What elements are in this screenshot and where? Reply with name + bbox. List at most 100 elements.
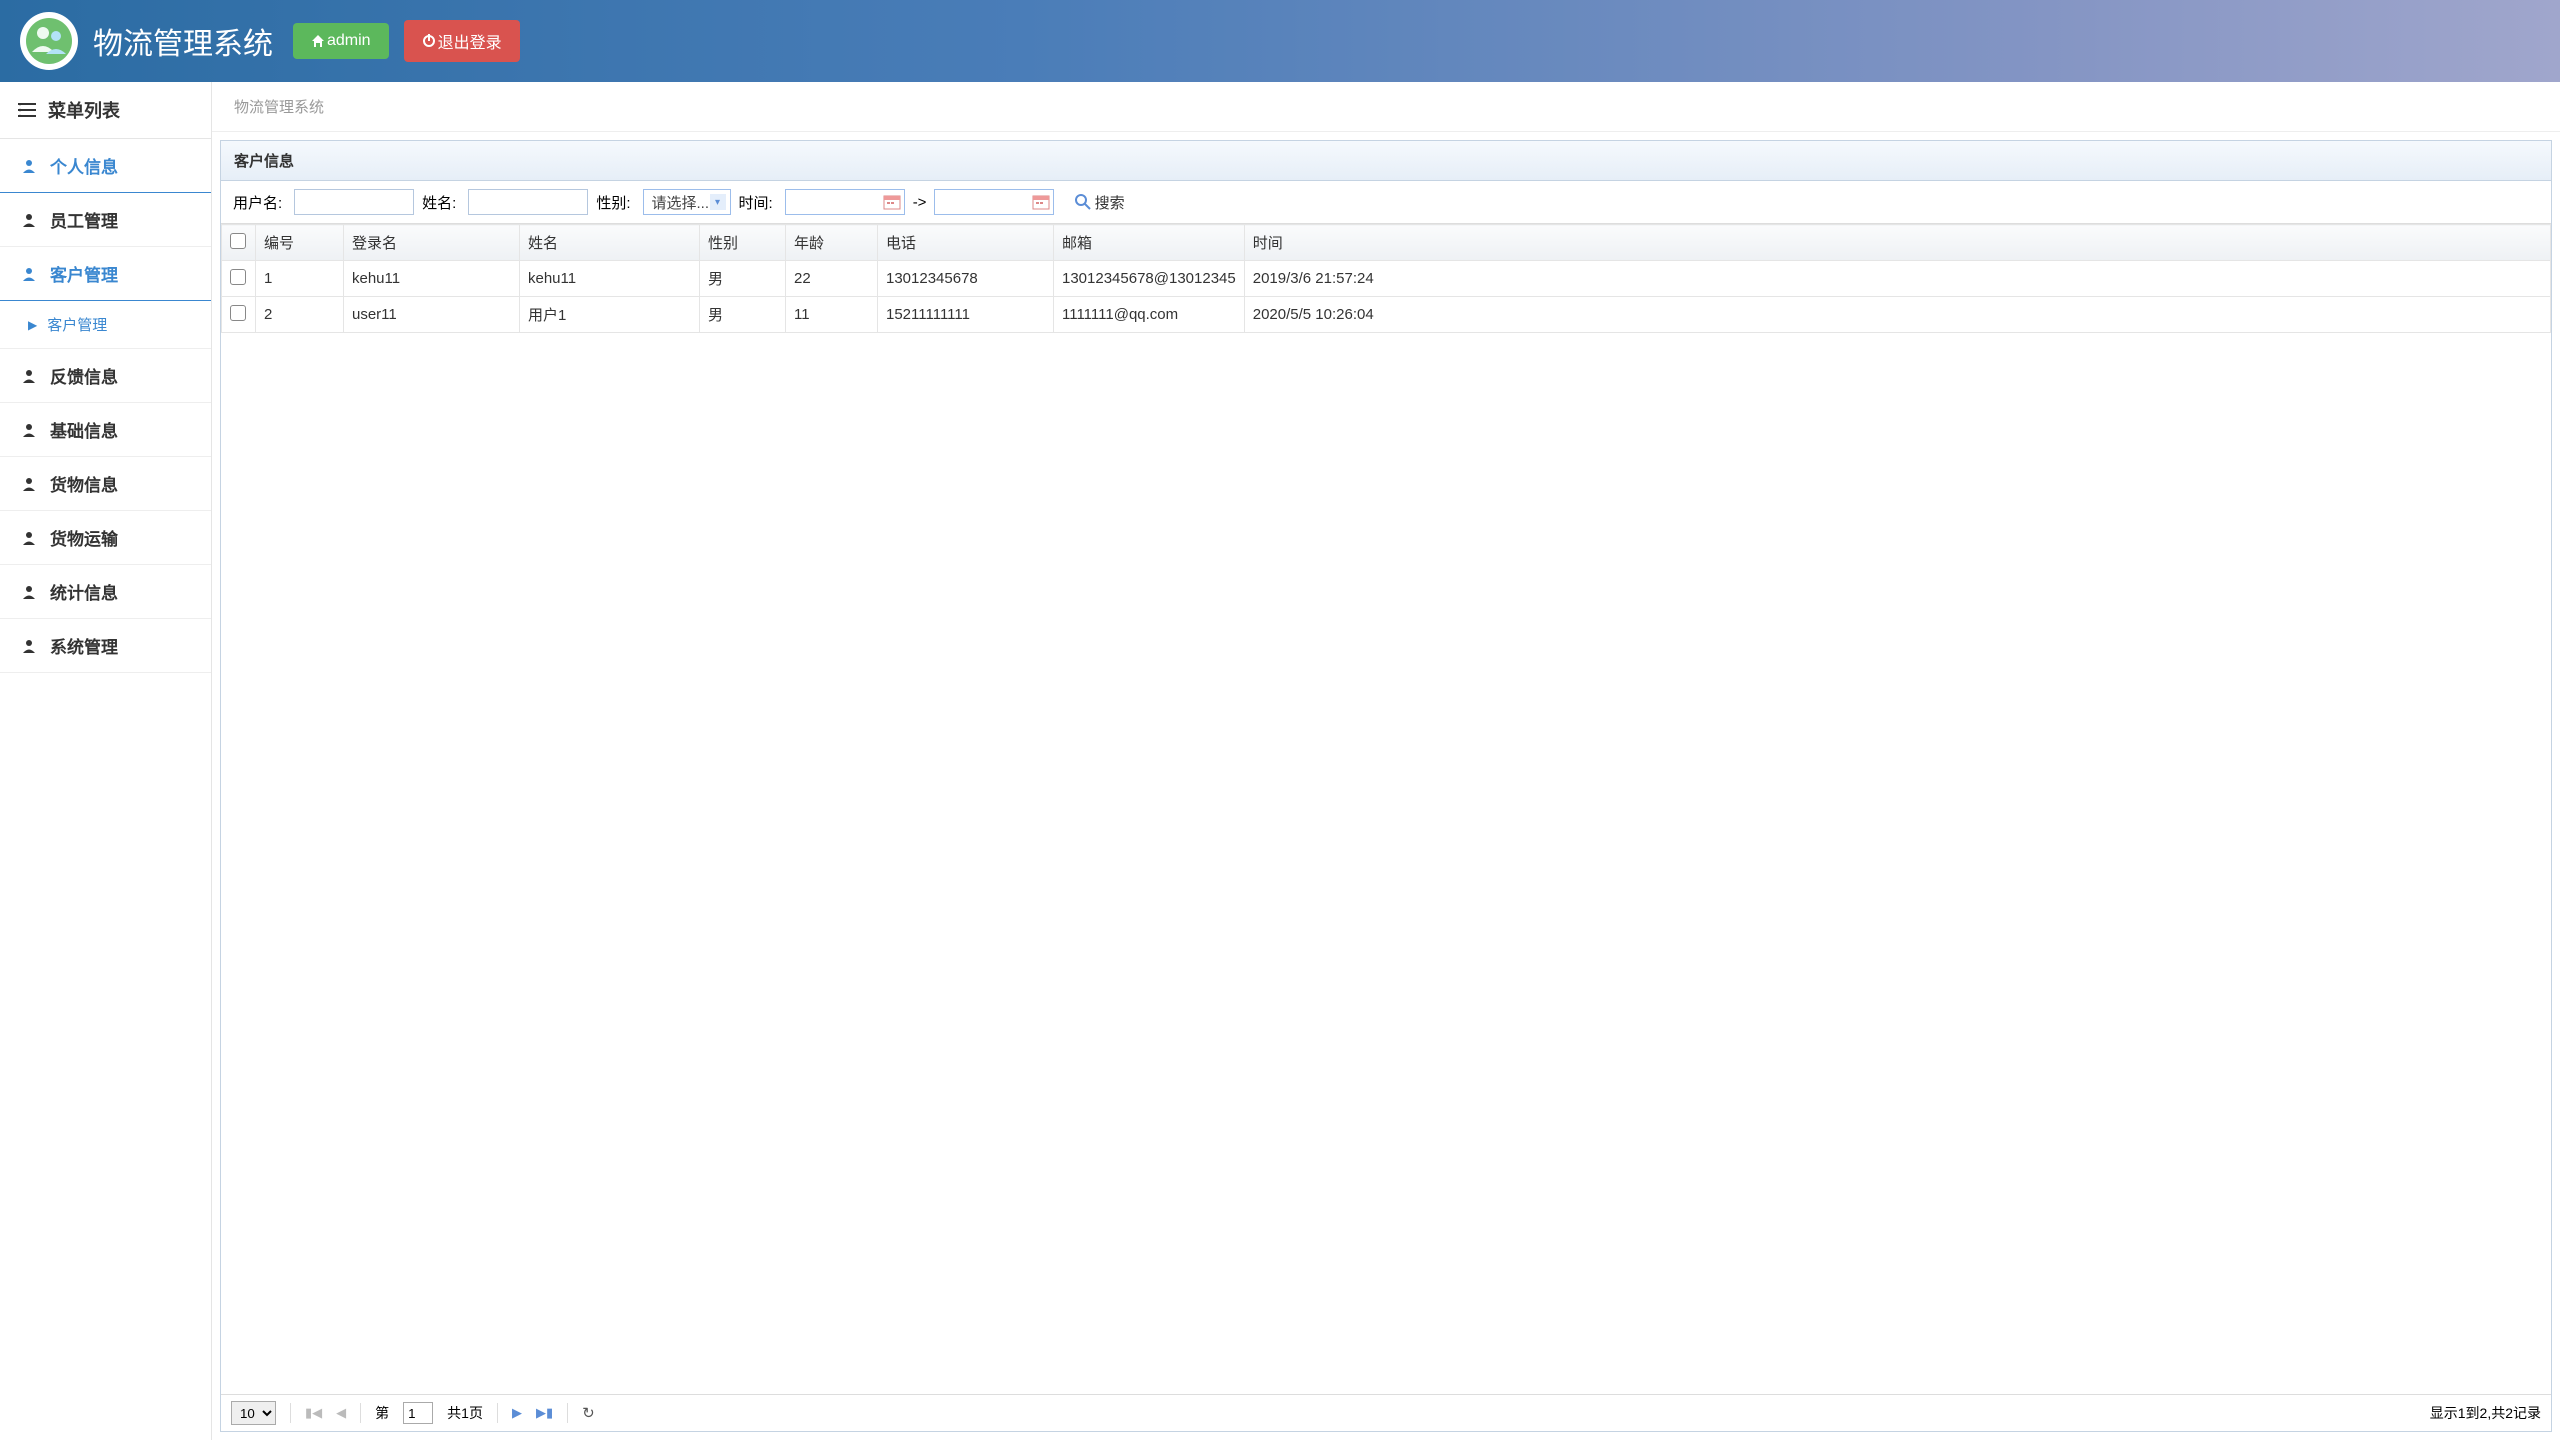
user-icon [22,159,36,173]
prev-page-button[interactable]: ◀ [336,1405,346,1421]
sidebar-item-label: 个人信息 [50,153,118,178]
user-icon [22,585,36,599]
username-label: 用户名: [233,192,282,213]
col-email[interactable]: 邮箱 [1054,225,1245,261]
sidebar-item-staff[interactable]: 员工管理 [0,193,211,247]
cell-id: 1 [256,261,344,297]
name-label: 姓名: [422,192,456,213]
search-button[interactable]: 搜索 [1075,192,1125,213]
col-gender[interactable]: 性别 [700,225,786,261]
separator [497,1403,498,1423]
row-checkbox[interactable] [230,305,246,321]
power-icon [422,34,436,48]
sidebar-sub-label: 客户管理 [47,314,107,335]
cell-email: 13012345678@13012345 [1054,261,1245,297]
cell-age: 22 [786,261,878,297]
logout-button[interactable]: 退出登录 [404,20,520,62]
page-size-select[interactable]: 10 [231,1401,276,1425]
range-separator: -> [913,194,927,211]
col-name[interactable]: 姓名 [520,225,700,261]
name-input[interactable] [468,189,588,215]
calendar-icon [1032,193,1050,211]
last-page-button[interactable]: ▶▮ [536,1405,553,1421]
col-phone[interactable]: 电话 [878,225,1054,261]
date-from-input[interactable] [785,189,905,215]
sidebar-item-feedback[interactable]: 反馈信息 [0,349,211,403]
search-icon [1075,194,1091,210]
separator [360,1403,361,1423]
sidebar-item-transport[interactable]: 货物运输 [0,511,211,565]
filter-bar: 用户名: 姓名: 性别: 请选择... ▾ 时间: -> [221,181,2551,224]
cell-phone: 13012345678 [878,261,1054,297]
sidebar-sub-customer-manage[interactable]: ▶ 客户管理 [0,301,211,349]
cell-id: 2 [256,297,344,333]
gender-label: 性别: [596,192,630,213]
pager-info: 显示1到2,共2记录 [2430,1403,2541,1423]
col-id[interactable]: 编号 [256,225,344,261]
table-row[interactable]: 1 kehu11 kehu11 男 22 13012345678 1301234… [222,261,2551,297]
row-checkbox[interactable] [230,269,246,285]
separator [567,1403,568,1423]
gender-select-value: 请选择... [652,192,710,213]
sidebar-item-system[interactable]: 系统管理 [0,619,211,673]
customer-table: 编号 登录名 姓名 性别 年龄 电话 邮箱 时间 1 kehu11 [221,224,2551,333]
table-row[interactable]: 2 user11 用户1 男 11 15211111111 1111111@qq… [222,297,2551,333]
sidebar-item-label: 统计信息 [50,579,118,604]
sidebar-item-goods[interactable]: 货物信息 [0,457,211,511]
col-age[interactable]: 年龄 [786,225,878,261]
sidebar-item-label: 基础信息 [50,417,118,442]
cell-gender: 男 [700,297,786,333]
home-icon [311,34,325,48]
panel-title: 客户信息 [221,141,2551,181]
cell-name: 用户1 [520,297,700,333]
main-content: 物流管理系统 客户信息 用户名: 姓名: 性别: 请选择... ▾ 时间: [212,82,2560,1440]
separator [290,1403,291,1423]
page-number-input[interactable] [403,1402,433,1424]
admin-button[interactable]: admin [293,23,389,59]
refresh-button[interactable]: ↻ [582,1404,595,1422]
col-time[interactable]: 时间 [1244,225,2550,261]
cell-time: 2019/3/6 21:57:24 [1244,261,2550,297]
user-icon [22,213,36,227]
user-icon [22,267,36,281]
username-input[interactable] [294,189,414,215]
user-icon [22,423,36,437]
cell-name: kehu11 [520,261,700,297]
time-label: 时间: [739,192,773,213]
gender-select[interactable]: 请选择... ▾ [643,189,731,215]
cell-phone: 15211111111 [878,297,1054,333]
sidebar-item-stats[interactable]: 统计信息 [0,565,211,619]
sidebar-item-label: 员工管理 [50,207,118,232]
user-icon [22,477,36,491]
sidebar-item-label: 系统管理 [50,633,118,658]
user-icon [22,369,36,383]
sidebar-item-label: 货物信息 [50,471,118,496]
logo-wrap: 物流管理系统 [20,12,293,70]
cell-age: 11 [786,297,878,333]
sidebar-item-customer[interactable]: 客户管理 [0,247,211,301]
cell-email: 1111111@qq.com [1054,297,1245,333]
search-button-label: 搜索 [1095,192,1125,213]
sidebar-item-basic[interactable]: 基础信息 [0,403,211,457]
date-to-input[interactable] [934,189,1054,215]
user-icon [22,531,36,545]
cell-gender: 男 [700,261,786,297]
logout-button-label: 退出登录 [438,29,502,53]
logo-icon [20,12,78,70]
sidebar-item-personal-info[interactable]: 个人信息 [0,139,211,193]
caret-right-icon: ▶ [28,318,37,332]
sidebar-item-label: 客户管理 [50,261,118,286]
pager: 10 ▮◀ ◀ 第 共1页 ▶ ▶▮ ↻ 显示1到2,共2记录 [221,1394,2551,1431]
col-login[interactable]: 登录名 [344,225,520,261]
sidebar-header-label: 菜单列表 [48,97,120,123]
next-page-button[interactable]: ▶ [512,1405,522,1421]
chevron-down-icon: ▾ [710,194,726,210]
page-label-pre: 第 [375,1403,389,1423]
first-page-button[interactable]: ▮◀ [305,1405,322,1421]
sidebar-header: 菜单列表 [0,82,211,139]
header: 物流管理系统 admin 退出登录 [0,0,2560,82]
select-all-checkbox[interactable] [230,233,246,249]
calendar-icon [883,193,901,211]
app-title: 物流管理系统 [93,19,273,63]
customer-panel: 客户信息 用户名: 姓名: 性别: 请选择... ▾ 时间: -> [220,140,2552,1432]
